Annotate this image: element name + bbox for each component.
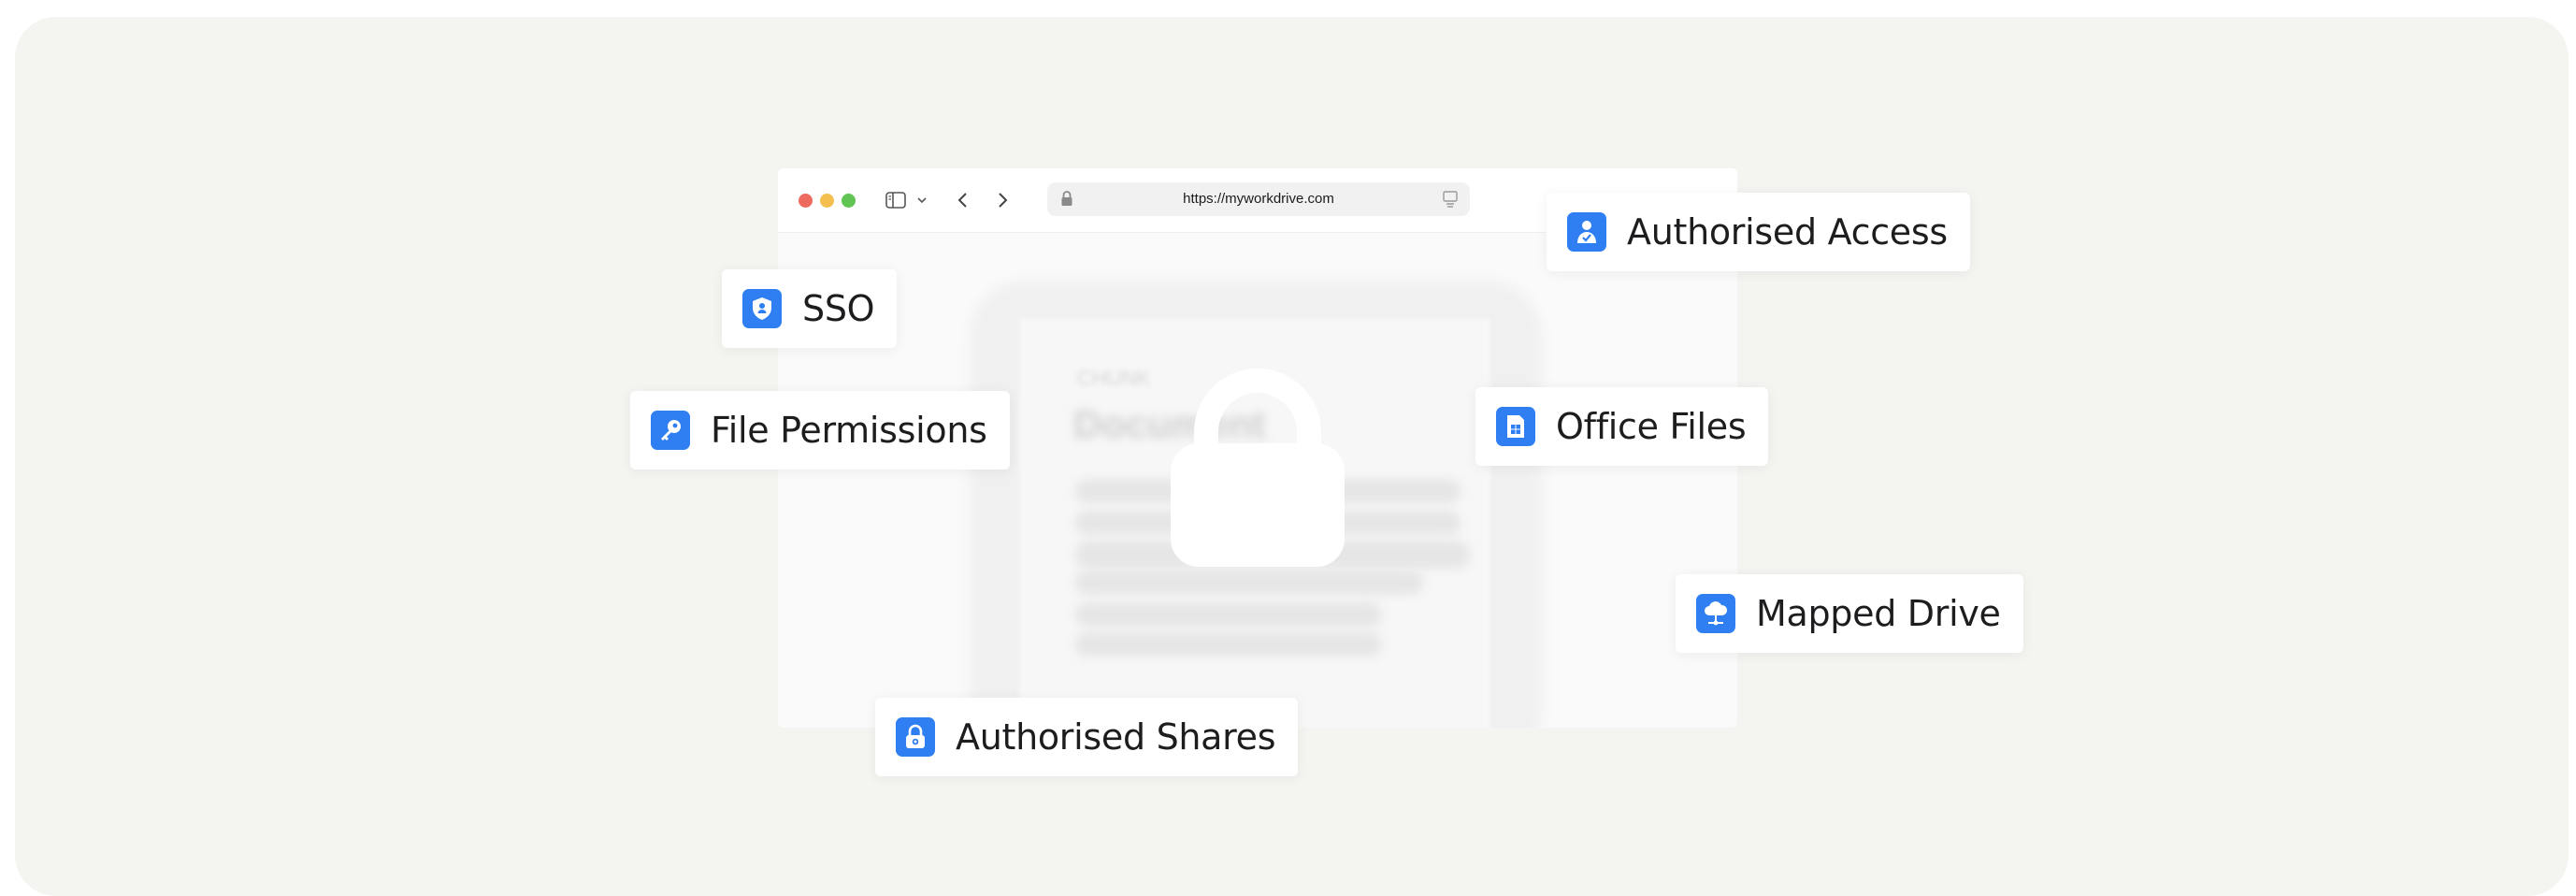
address-bar[interactable]: https://myworkdrive.com: [1047, 182, 1470, 216]
shield-icon: [742, 289, 782, 328]
feature-label-authorised-shares: Authorised Shares: [956, 716, 1276, 758]
lock-icon: [896, 717, 935, 757]
key-icon: [651, 411, 690, 450]
office-file-icon: [1496, 407, 1535, 446]
address-url: https://myworkdrive.com: [1183, 191, 1334, 207]
document-text-line: [1075, 602, 1382, 627]
feature-card-authorised-shares: Authorised Shares: [875, 698, 1299, 776]
cloud-network-icon: [1696, 594, 1735, 633]
feature-card-authorised-access: Authorised Access: [1547, 193, 1970, 271]
reader-icon[interactable]: [1442, 190, 1459, 212]
feature-card-file-permissions: File Permissions: [630, 391, 1010, 470]
feature-label-file-permissions: File Permissions: [711, 410, 987, 451]
chevron-down-icon[interactable]: [914, 187, 929, 213]
forward-arrow-icon[interactable]: [989, 187, 1015, 213]
feature-label-mapped-drive: Mapped Drive: [1756, 593, 2001, 634]
sidebar-toggle-icon[interactable]: [883, 187, 909, 213]
document-small-label: CHUNK: [1077, 367, 1151, 390]
large-lock-icon: [1171, 369, 1345, 567]
feature-card-office-files: Office Files: [1475, 387, 1769, 466]
feature-card-sso: SSO: [722, 269, 898, 348]
document-text-line: [1075, 632, 1382, 657]
feature-label-office-files: Office Files: [1556, 406, 1747, 447]
feature-label-authorised-access: Authorised Access: [1627, 211, 1948, 253]
feature-card-mapped-drive: Mapped Drive: [1676, 574, 2023, 653]
close-window-button[interactable]: [799, 194, 813, 208]
minimize-window-button[interactable]: [820, 194, 834, 208]
feature-label-sso: SSO: [802, 288, 875, 329]
zoom-window-button[interactable]: [842, 194, 856, 208]
document-text-line: [1075, 571, 1423, 595]
back-arrow-icon[interactable]: [950, 187, 976, 213]
user-check-icon: [1567, 212, 1606, 252]
